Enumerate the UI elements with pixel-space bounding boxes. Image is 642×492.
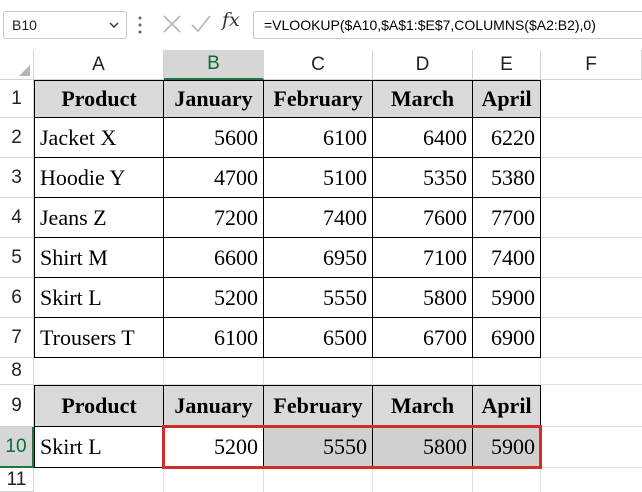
table1-cell[interactable]: 7100 <box>373 238 473 278</box>
table2-header-cell[interactable]: January <box>164 385 264 427</box>
table2-header-cell[interactable]: April <box>473 385 541 427</box>
table2-cell[interactable]: 5800 <box>373 427 473 468</box>
table1-cell[interactable]: Shirt M <box>34 238 164 278</box>
column-header-e[interactable]: E <box>473 50 541 80</box>
table1-cell[interactable]: 5100 <box>264 158 373 198</box>
cancel-icon[interactable] <box>160 11 184 37</box>
table1-cell[interactable]: 6500 <box>264 318 373 358</box>
row-header-4[interactable]: 4 <box>0 198 34 238</box>
table1-cell[interactable]: 7200 <box>164 198 264 238</box>
table1-cell[interactable]: 7700 <box>473 198 541 238</box>
formula-text: =VLOOKUP($A10,$A$1:$E$7,COLUMNS($A2:B2),… <box>264 17 596 33</box>
table1-header-cell[interactable]: January <box>164 80 264 118</box>
table1-cell[interactable]: 5600 <box>164 118 264 158</box>
table2-header-cell[interactable]: Product <box>34 385 164 427</box>
select-all-corner[interactable] <box>0 50 34 80</box>
row-header-9[interactable]: 9 <box>0 385 34 427</box>
row-header-2[interactable]: 2 <box>0 118 34 158</box>
table2-cell[interactable]: 5900 <box>473 427 541 468</box>
table1-cell[interactable]: 5550 <box>264 278 373 318</box>
row-header-6[interactable]: 6 <box>0 278 34 318</box>
table2-header-cell[interactable]: March <box>373 385 473 427</box>
table1-cell[interactable]: 7400 <box>473 238 541 278</box>
column-header-c[interactable]: C <box>264 50 373 80</box>
table1-cell[interactable]: 6400 <box>373 118 473 158</box>
table1-cell[interactable]: 6100 <box>164 318 264 358</box>
table2-header-cell[interactable]: February <box>264 385 373 427</box>
table1-cell[interactable]: 5350 <box>373 158 473 198</box>
table1-header-cell[interactable]: April <box>473 80 541 118</box>
row-header-11[interactable]: 11 <box>0 468 34 492</box>
row-header-7[interactable]: 7 <box>0 318 34 358</box>
select-all-icon <box>19 65 30 76</box>
row-header-8[interactable]: 8 <box>0 358 34 385</box>
active-cell[interactable]: 5200 <box>164 427 264 468</box>
enter-check-icon[interactable] <box>189 11 213 37</box>
table1-cell[interactable]: 5380 <box>473 158 541 198</box>
row-header-10[interactable]: 10 <box>0 427 34 468</box>
table1-cell[interactable]: Skirt L <box>34 278 164 318</box>
name-box-value: B10 <box>12 17 37 33</box>
table1-cell[interactable]: 5200 <box>164 278 264 318</box>
spreadsheet-grid: A B C D E F 1 2 3 4 5 6 7 8 9 10 11 Product January Februar… <box>0 50 642 492</box>
table1-cell[interactable]: Jeans Z <box>34 198 164 238</box>
table1-cell[interactable]: 6700 <box>373 318 473 358</box>
table1-cell[interactable]: 5800 <box>373 278 473 318</box>
row-header-3[interactable]: 3 <box>0 158 34 198</box>
row-header-5[interactable]: 5 <box>0 238 34 278</box>
table2-cell[interactable]: Skirt L <box>34 427 164 468</box>
table1-cell[interactable]: 6100 <box>264 118 373 158</box>
table1-cell[interactable]: 6900 <box>473 318 541 358</box>
table1-cell[interactable]: 5900 <box>473 278 541 318</box>
table1-cell[interactable]: 7400 <box>264 198 373 238</box>
more-options-icon[interactable] <box>137 13 143 37</box>
table1-header-cell[interactable]: March <box>373 80 473 118</box>
column-header-a[interactable]: A <box>34 50 164 80</box>
row-header-1[interactable]: 1 <box>0 80 34 118</box>
table1-cell[interactable]: 6600 <box>164 238 264 278</box>
column-header-f[interactable]: F <box>541 50 642 80</box>
table1-cell[interactable]: Trousers T <box>34 318 164 358</box>
table1-cell[interactable]: 7600 <box>373 198 473 238</box>
column-header-d[interactable]: D <box>373 50 473 80</box>
table1-cell[interactable]: Hoodie Y <box>34 158 164 198</box>
formula-input[interactable]: =VLOOKUP($A10,$A$1:$E$7,COLUMNS($A2:B2),… <box>253 11 642 39</box>
table1-cell[interactable]: 6220 <box>473 118 541 158</box>
table2-cell[interactable]: 5550 <box>264 427 373 468</box>
table1-header-cell[interactable]: Product <box>34 80 164 118</box>
chevron-down-icon[interactable] <box>108 19 120 31</box>
table1-cell[interactable]: Jacket X <box>34 118 164 158</box>
name-box[interactable]: B10 <box>3 11 127 39</box>
table1-cell[interactable]: 4700 <box>164 158 264 198</box>
insert-function-icon[interactable]: fx <box>222 9 240 31</box>
column-header-b[interactable]: B <box>164 50 264 80</box>
table1-header-cell[interactable]: February <box>264 80 373 118</box>
table1-cell[interactable]: 6950 <box>264 238 373 278</box>
formula-bar: B10 fx =VLOOKUP($A10,$A$1:$E$7,COLUMNS($… <box>0 0 642 50</box>
